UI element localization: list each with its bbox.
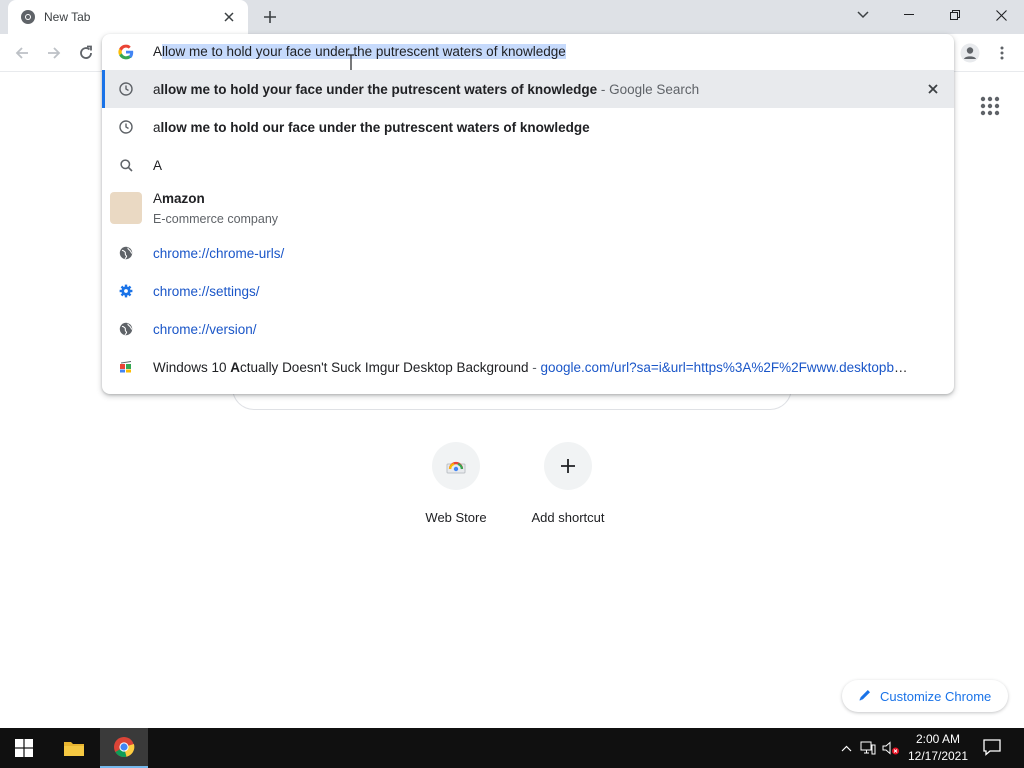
- windows-start-icon[interactable]: [0, 728, 48, 768]
- reload-icon[interactable]: [72, 39, 100, 67]
- chevron-up-icon[interactable]: [836, 745, 856, 752]
- globe-icon: [118, 321, 134, 337]
- clock-time: 2:00 AM: [915, 732, 961, 746]
- suggestion-search-item[interactable]: A: [102, 146, 954, 184]
- close-window-button[interactable]: [978, 0, 1024, 30]
- entity-title: Amazon: [153, 191, 205, 206]
- tab-new-tab[interactable]: New Tab: [8, 0, 248, 34]
- shortcut-label: Web Store: [425, 510, 487, 525]
- close-tab-icon[interactable]: [220, 8, 238, 26]
- suggestion-url-item[interactable]: chrome://version/: [102, 310, 954, 348]
- customize-chrome-button[interactable]: Customize Chrome: [842, 680, 1008, 712]
- tab-search-chevron-icon[interactable]: [852, 5, 874, 25]
- remove-suggestion-icon[interactable]: [924, 80, 942, 98]
- web-store-icon: [432, 442, 480, 490]
- search-icon: [118, 157, 134, 173]
- restore-button[interactable]: [932, 0, 978, 30]
- forward-arrow-icon[interactable]: [40, 39, 68, 67]
- new-tab-button[interactable]: [258, 6, 282, 28]
- suggestion-text: A: [153, 157, 163, 173]
- suggestion-url: chrome://version/: [153, 321, 257, 337]
- suggestion-history-item[interactable]: allow me to hold our face under the putr…: [102, 108, 954, 146]
- globe-icon: [118, 245, 134, 261]
- omnibox-input[interactable]: Allow me to hold your face under the put…: [102, 34, 954, 72]
- site-favicon-icon: [118, 359, 134, 375]
- entity-thumbnail: [110, 192, 142, 224]
- suggestion-list: allow me to hold your face under the put…: [102, 70, 954, 386]
- customize-chrome-label: Customize Chrome: [880, 688, 992, 704]
- omnibox-text[interactable]: Allow me to hold your face under the put…: [153, 44, 566, 59]
- taskbar-clock[interactable]: 2:00 AM 12/17/2021: [900, 731, 976, 765]
- suggestion-entity-item[interactable]: Amazon E-commerce company: [102, 184, 954, 234]
- omnibox-text-selected: llow me to hold your face under the putr…: [162, 44, 566, 59]
- pencil-icon: [858, 688, 872, 705]
- action-center-icon[interactable]: [982, 737, 1004, 759]
- suggestion-text: allow me to hold our face under the putr…: [153, 119, 590, 135]
- suggestion-url-item[interactable]: chrome://settings/: [102, 272, 954, 310]
- omnibox-text-unselected: A: [153, 44, 163, 59]
- suggestion-text: allow me to hold your face under the put…: [153, 81, 700, 97]
- chrome-favicon-icon: [20, 9, 36, 25]
- suggestion-history-item[interactable]: allow me to hold your face under the put…: [102, 70, 954, 108]
- plus-icon: [544, 442, 592, 490]
- clock-icon: [118, 119, 134, 135]
- windows-taskbar: 2:00 AM 12/17/2021: [0, 728, 1024, 768]
- shortcut-web-store[interactable]: Web Store: [400, 442, 512, 532]
- back-arrow-icon[interactable]: [8, 39, 36, 67]
- settings-gear-icon: [118, 283, 134, 299]
- google-apps-icon[interactable]: [978, 94, 1002, 118]
- tab-title: New Tab: [44, 10, 91, 24]
- suggestion-url: chrome://chrome-urls/: [153, 245, 285, 261]
- suggestion-url-item[interactable]: chrome://chrome-urls/: [102, 234, 954, 272]
- minimize-button[interactable]: [886, 0, 932, 30]
- clock-date: 12/17/2021: [907, 749, 969, 763]
- file-explorer-icon[interactable]: [50, 728, 98, 768]
- clock-icon: [118, 81, 134, 97]
- suggestion-page-item[interactable]: Windows 10 Actually Doesn't Suck Imgur D…: [102, 348, 954, 386]
- suggestion-url: chrome://settings/: [153, 283, 260, 299]
- chrome-taskbar-icon[interactable]: [100, 728, 148, 768]
- omnibox-dropdown: Allow me to hold your face under the put…: [102, 34, 954, 394]
- system-tray: [836, 728, 902, 768]
- title-bar: New Tab: [0, 0, 1024, 34]
- volume-muted-icon[interactable]: [880, 741, 902, 755]
- suggestion-text: Windows 10 Actually Doesn't Suck Imgur D…: [153, 359, 914, 375]
- profile-avatar-icon[interactable]: [956, 39, 984, 67]
- shortcut-add[interactable]: Add shortcut: [512, 442, 624, 532]
- shortcut-label: Add shortcut: [531, 510, 605, 525]
- entity-subtitle: E-commerce company: [153, 212, 279, 226]
- network-icon[interactable]: [856, 741, 880, 755]
- kebab-menu-icon[interactable]: [990, 39, 1014, 67]
- google-g-icon: [118, 44, 134, 60]
